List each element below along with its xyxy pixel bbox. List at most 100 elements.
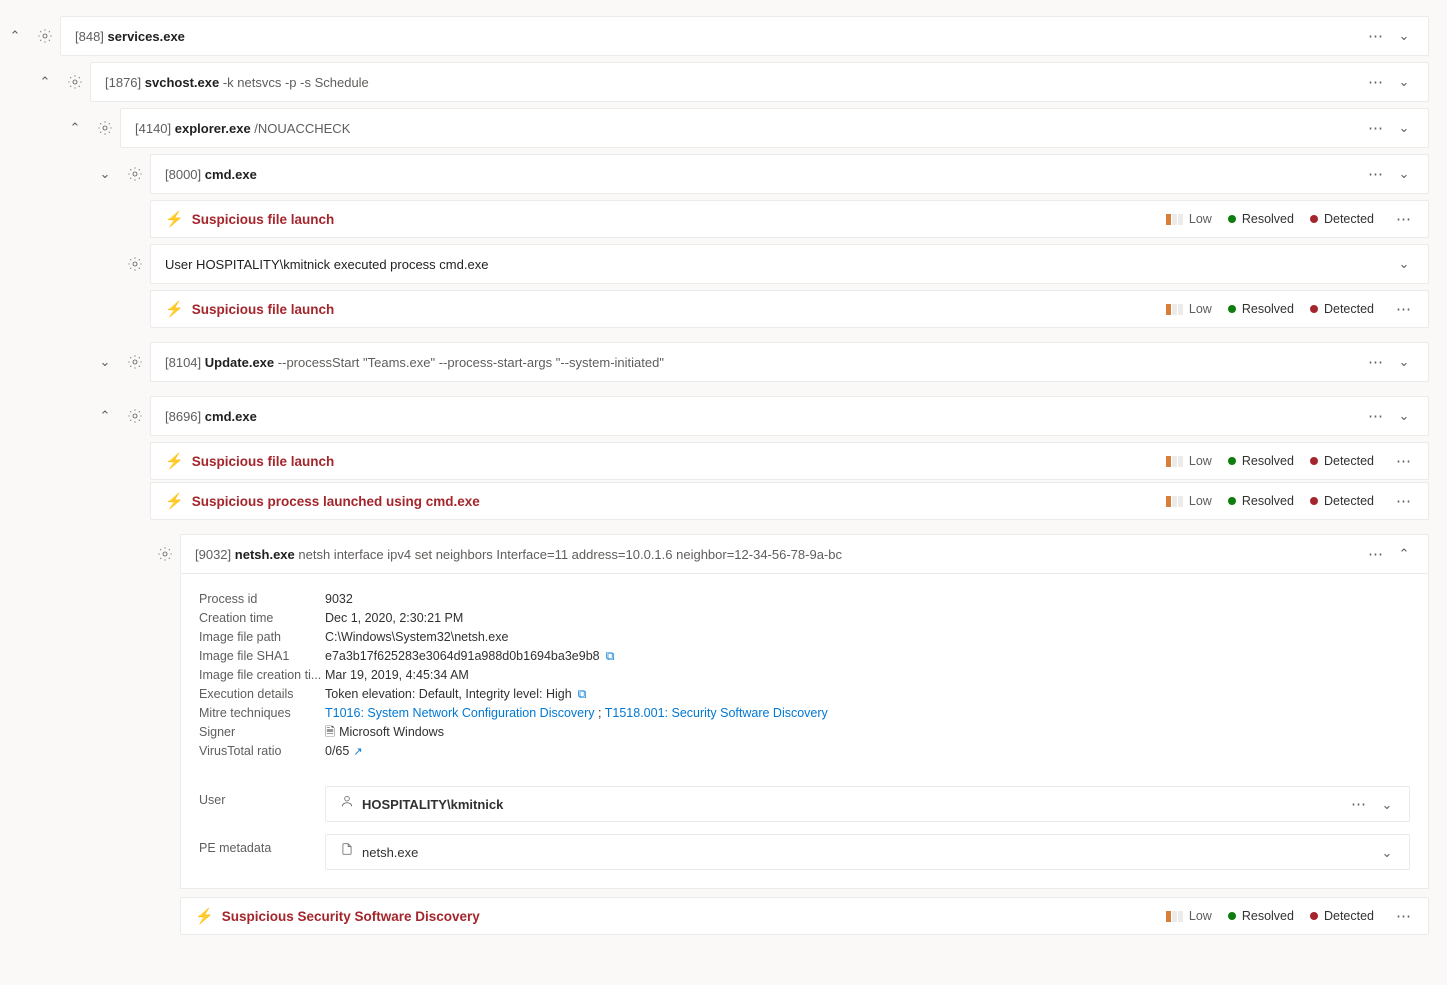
copy-exec-icon[interactable]: ⧉ bbox=[578, 687, 587, 701]
process-title-8696[interactable]: [8696] cmd.exe bbox=[165, 409, 1362, 424]
process-title-1876[interactable]: [1876] svchost.exe -k netsvcs -p -s Sche… bbox=[105, 75, 1362, 90]
process-title-8000[interactable]: [8000] cmd.exe bbox=[165, 167, 1362, 182]
pe-bar[interactable]: netsh.exe ⌄ bbox=[325, 834, 1410, 870]
pe-value: netsh.exe bbox=[362, 843, 418, 862]
label-signer: Signer bbox=[199, 723, 325, 742]
file-icon bbox=[340, 842, 354, 862]
alert-icon: ⚡ bbox=[165, 452, 184, 470]
status-detected: Detected bbox=[1310, 302, 1374, 316]
expand-toggle-8104[interactable]: ⌄ bbox=[90, 347, 120, 377]
event-title-user8000[interactable]: User HOSPITALITY\kmitnick executed proce… bbox=[165, 257, 1390, 272]
more-actions-8000[interactable]: ⋯ bbox=[1362, 165, 1390, 183]
pe-expand[interactable]: ⌄ bbox=[1373, 843, 1401, 862]
expand-toggle-1876[interactable]: ⌃ bbox=[30, 67, 60, 97]
status-resolved: Resolved bbox=[1228, 454, 1294, 468]
label-path: Image file path bbox=[199, 628, 325, 647]
severity-low: Low bbox=[1166, 909, 1212, 923]
alert-more-a4[interactable]: ⋯ bbox=[1390, 492, 1418, 510]
alert-more-a5[interactable]: ⋯ bbox=[1390, 907, 1418, 925]
status-detected: Detected bbox=[1310, 494, 1374, 508]
status-resolved: Resolved bbox=[1228, 302, 1294, 316]
label-vt: VirusTotal ratio bbox=[199, 742, 325, 761]
process-icon-1876 bbox=[60, 67, 90, 97]
expand-details-8000[interactable]: ⌄ bbox=[1390, 166, 1418, 182]
user-more[interactable]: ⋯ bbox=[1345, 795, 1373, 814]
expand-details-8104[interactable]: ⌄ bbox=[1390, 354, 1418, 370]
user-value: HOSPITALITY\kmitnick bbox=[362, 795, 503, 814]
label-pid: Process id bbox=[199, 590, 325, 609]
external-link-icon[interactable]: ↗ bbox=[353, 746, 362, 758]
severity-low: Low bbox=[1166, 454, 1212, 468]
expand-details-1876[interactable]: ⌄ bbox=[1390, 74, 1418, 90]
process-icon-9032 bbox=[150, 539, 180, 569]
severity-low: Low bbox=[1166, 494, 1212, 508]
value-sha1: e7a3b17f625283e3064d91a988d0b1694ba3e9b8 bbox=[325, 649, 600, 663]
expand-details-848[interactable]: ⌄ bbox=[1390, 28, 1418, 44]
status-detected: Detected bbox=[1310, 212, 1374, 226]
process-title-9032[interactable]: [9032] netsh.exe netsh interface ipv4 se… bbox=[195, 547, 1362, 562]
expand-toggle-8696[interactable]: ⌃ bbox=[90, 401, 120, 431]
label-sha1: Image file SHA1 bbox=[199, 647, 325, 666]
value-ictime: Mar 19, 2019, 4:45:34 AM bbox=[325, 666, 1410, 685]
mitre-link-t1016[interactable]: T1016: System Network Configuration Disc… bbox=[325, 706, 595, 720]
value-vt: 0/65 bbox=[325, 744, 349, 758]
alert-title-a3[interactable]: Suspicious file launch bbox=[192, 454, 335, 469]
value-ctime: Dec 1, 2020, 2:30:21 PM bbox=[325, 609, 1410, 628]
alert-more-a3[interactable]: ⋯ bbox=[1390, 452, 1418, 470]
process-icon-848 bbox=[30, 21, 60, 51]
more-actions-4140[interactable]: ⋯ bbox=[1362, 119, 1390, 137]
alert-title-a2[interactable]: Suspicious file launch bbox=[192, 302, 335, 317]
label-ictime: Image file creation ti... bbox=[199, 666, 325, 685]
user-expand[interactable]: ⌄ bbox=[1373, 795, 1401, 814]
more-actions-9032[interactable]: ⋯ bbox=[1362, 545, 1390, 563]
severity-low: Low bbox=[1166, 212, 1212, 226]
alert-icon: ⚡ bbox=[165, 492, 184, 510]
alert-more-a2[interactable]: ⋯ bbox=[1390, 300, 1418, 318]
process-icon-8000 bbox=[120, 159, 150, 189]
more-actions-8104[interactable]: ⋯ bbox=[1362, 353, 1390, 371]
user-icon bbox=[340, 794, 354, 814]
process-icon-8696 bbox=[120, 401, 150, 431]
expand-details-8696[interactable]: ⌄ bbox=[1390, 408, 1418, 424]
process-icon-4140 bbox=[90, 113, 120, 143]
status-resolved: Resolved bbox=[1228, 212, 1294, 226]
copy-sha1-icon[interactable]: ⧉ bbox=[606, 649, 615, 663]
label-ctime: Creation time bbox=[199, 609, 325, 628]
process-title-4140[interactable]: [4140] explorer.exe /NOUACCHECK bbox=[135, 121, 1362, 136]
value-exec: Token elevation: Default, Integrity leve… bbox=[325, 687, 572, 701]
process-title-848[interactable]: [848] services.exe bbox=[75, 29, 1362, 44]
process-title-8104[interactable]: [8104] Update.exe --processStart "Teams.… bbox=[165, 355, 1362, 370]
expand-toggle-848[interactable]: ⌃ bbox=[0, 21, 30, 51]
collapse-details-9032[interactable]: ⌃ bbox=[1390, 546, 1418, 562]
more-actions-8696[interactable]: ⋯ bbox=[1362, 407, 1390, 425]
user-bar[interactable]: HOSPITALITY\kmitnick ⋯ ⌄ bbox=[325, 786, 1410, 822]
label-exec: Execution details bbox=[199, 685, 325, 704]
alert-more-a1[interactable]: ⋯ bbox=[1390, 210, 1418, 228]
alert-title-a4[interactable]: Suspicious process launched using cmd.ex… bbox=[192, 494, 480, 509]
alert-title-a5[interactable]: Suspicious Security Software Discovery bbox=[222, 909, 480, 924]
expand-toggle-8000[interactable]: ⌄ bbox=[90, 159, 120, 189]
expand-toggle-4140[interactable]: ⌃ bbox=[60, 113, 90, 143]
mitre-link-t1518[interactable]: T1518.001: Security Software Discovery bbox=[605, 706, 828, 720]
value-path: C:\Windows\System32\netsh.exe bbox=[325, 628, 1410, 647]
process-icon-8104 bbox=[120, 347, 150, 377]
status-resolved: Resolved bbox=[1228, 909, 1294, 923]
status-detected: Detected bbox=[1310, 454, 1374, 468]
alert-icon: ⚡ bbox=[165, 210, 184, 228]
more-actions-848[interactable]: ⋯ bbox=[1362, 27, 1390, 45]
label-pe: PE metadata bbox=[199, 839, 325, 858]
severity-low: Low bbox=[1166, 302, 1212, 316]
expand-details-4140[interactable]: ⌄ bbox=[1390, 120, 1418, 136]
value-pid: 9032 bbox=[325, 590, 1410, 609]
status-detected: Detected bbox=[1310, 909, 1374, 923]
value-signer: Microsoft Windows bbox=[339, 725, 444, 739]
status-resolved: Resolved bbox=[1228, 494, 1294, 508]
signer-icon: 🗎 bbox=[325, 725, 335, 739]
alert-icon: ⚡ bbox=[195, 907, 214, 925]
process-icon-user8000 bbox=[120, 249, 150, 279]
label-mitre: Mitre techniques bbox=[199, 704, 325, 723]
expand-details-user8000[interactable]: ⌄ bbox=[1390, 256, 1418, 272]
more-actions-1876[interactable]: ⋯ bbox=[1362, 73, 1390, 91]
alert-title-a1[interactable]: Suspicious file launch bbox=[192, 212, 335, 227]
alert-icon: ⚡ bbox=[165, 300, 184, 318]
